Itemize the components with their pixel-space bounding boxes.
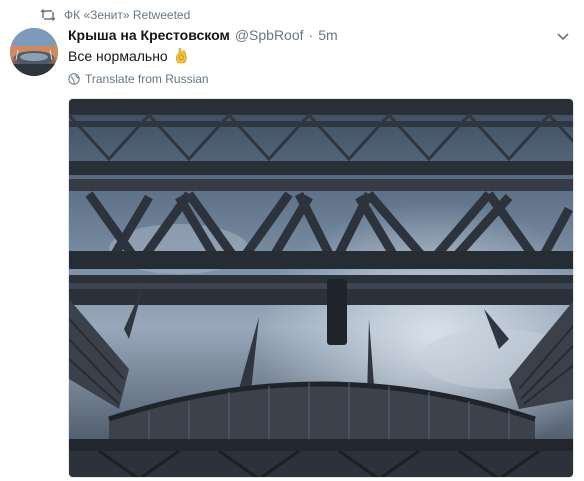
separator-dot: · — [308, 27, 314, 43]
chevron-down-icon[interactable] — [556, 30, 570, 42]
retweet-context: ФК «Зенит» Retweeted — [40, 7, 190, 23]
retweeted-by-text[interactable]: ФК «Зенит» Retweeted — [64, 8, 190, 22]
avatar[interactable] — [10, 28, 58, 76]
tweet-text: Все нормально — [68, 46, 190, 66]
tweet-photo[interactable] — [68, 98, 574, 478]
display-name[interactable]: Крыша на Крестовском — [68, 27, 230, 43]
tweet-timestamp[interactable]: 5m — [318, 27, 337, 43]
retweet-icon — [40, 8, 56, 22]
stadium-roof-photo-icon — [69, 99, 573, 477]
tweet-header: Крыша на Крестовском @SpbRoof · 5m — [68, 27, 554, 47]
globe-icon — [68, 73, 80, 85]
ok-hand-emoji-icon — [174, 47, 190, 65]
translate-link[interactable]: Translate from Russian — [68, 72, 209, 86]
user-handle[interactable]: @SpbRoof — [235, 27, 304, 43]
tweet-body: Все нормально — [68, 48, 168, 64]
stadium-avatar-icon — [10, 28, 58, 76]
translate-label: Translate from Russian — [85, 72, 209, 86]
